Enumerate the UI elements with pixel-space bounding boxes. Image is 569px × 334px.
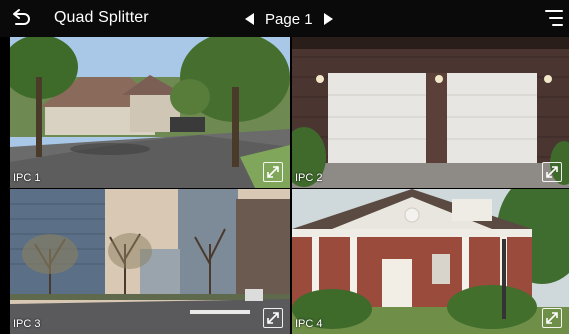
camera-view-3[interactable]: IPC 3 <box>10 189 290 334</box>
camera-label: IPC 1 <box>13 172 41 184</box>
camera-label: IPC 4 <box>295 318 323 330</box>
camera-label: IPC 3 <box>13 318 41 330</box>
camera-feed-image <box>10 37 290 188</box>
fullscreen-icon[interactable] <box>263 308 283 328</box>
fullscreen-icon[interactable] <box>263 162 283 182</box>
camera-grid: IPC 1 IPC 2 IPC 3 IPC 4 <box>0 37 569 334</box>
back-arrow-icon[interactable] <box>10 8 32 30</box>
fullscreen-icon[interactable] <box>542 308 562 328</box>
camera-label: IPC 2 <box>295 172 323 184</box>
menu-icon[interactable] <box>545 10 563 27</box>
camera-feed-image <box>10 189 290 334</box>
fullscreen-icon[interactable] <box>542 162 562 182</box>
pager: Page 1 <box>245 9 333 29</box>
camera-view-2[interactable]: IPC 2 <box>292 37 569 188</box>
top-bar: Quad Splitter Page 1 <box>0 0 569 37</box>
camera-view-1[interactable]: IPC 1 <box>10 37 290 188</box>
camera-view-4[interactable]: IPC 4 <box>292 189 569 334</box>
page-label: Page 1 <box>265 10 313 28</box>
next-page-icon[interactable] <box>323 13 333 25</box>
camera-feed-image <box>292 37 569 188</box>
page-title: Quad Splitter <box>54 9 149 26</box>
camera-feed-image <box>292 189 569 334</box>
previous-page-icon[interactable] <box>245 13 254 25</box>
